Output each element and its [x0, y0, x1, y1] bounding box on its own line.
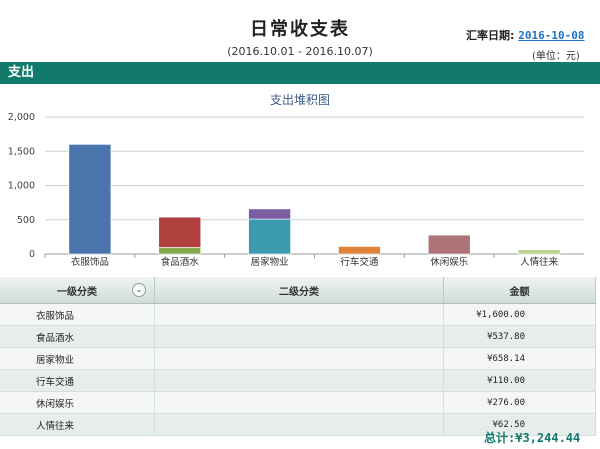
cell-subcategory — [154, 325, 444, 348]
x-tick-label: 食品酒水 — [161, 256, 200, 268]
y-tick-label: 2,000 — [8, 112, 35, 123]
cell-category: 休闲娱乐 — [0, 391, 155, 414]
rate-date-link[interactable]: 2016-10-08 — [518, 29, 584, 42]
table-row[interactable]: 食品酒水 ¥537.80 — [0, 325, 596, 348]
table-row[interactable]: 行车交通 ¥110.00 — [0, 369, 596, 392]
cell-subcategory — [154, 413, 444, 436]
cell-category: 食品酒水 — [0, 325, 155, 348]
y-tick-label: 1,000 — [8, 181, 35, 192]
cell-category: 行车交通 — [0, 369, 155, 392]
table-row[interactable]: 休闲娱乐 ¥276.00 — [0, 391, 596, 414]
cell-subcategory — [154, 391, 444, 414]
cell-category: 居家物业 — [0, 347, 155, 370]
bar-segment — [68, 144, 112, 255]
cell-subcategory — [154, 347, 444, 370]
chart-title: 支出堆积图 — [270, 93, 330, 107]
rate-date-block: 汇率日期: 2016-10-08 — [466, 27, 584, 43]
expense-stacked-chart: 支出堆积图 2,000 1,500 1,000 500 0 衣服饰品 食品酒水 居家物业 行车交通… — [8, 93, 584, 268]
header-label: 二级分类 — [279, 286, 319, 298]
bar-segment — [248, 218, 291, 255]
cell-category: 人情往来 — [0, 413, 155, 436]
date-range: (2016.10.01 - 2016.10.07) — [227, 45, 373, 58]
cell-subcategory — [154, 369, 444, 392]
table-row[interactable]: 衣服饰品 ¥1,600.00 — [0, 303, 596, 326]
unit-label: (单位：元) — [532, 51, 580, 62]
header-label: 金额 — [509, 286, 530, 298]
total-amount: 总计:¥3,244.44 — [484, 431, 581, 445]
bar-segment — [158, 216, 202, 248]
section-header-expense: 支出 — [0, 62, 600, 84]
bar-segment — [427, 234, 471, 255]
x-tick-label: 行车交通 — [340, 256, 379, 268]
bar-segment — [248, 208, 291, 220]
x-tick-label: 人情往来 — [520, 256, 559, 268]
cell-subcategory — [154, 303, 444, 326]
y-tick-label: 1,500 — [8, 146, 35, 157]
header-cell[interactable]: 一级分类 ⌄ — [0, 277, 155, 304]
expense-table: 一级分类 ⌄ 二级分类 金额 衣服饰品 ¥1,600.00 食品酒水 ¥537.… — [0, 277, 596, 436]
cell-category: 衣服饰品 — [0, 303, 155, 326]
chevron-down-icon[interactable]: ⌄ — [132, 283, 146, 297]
y-tick-label: 500 — [17, 215, 35, 226]
header-cell: 二级分类 — [154, 277, 444, 304]
bar-segment — [338, 246, 381, 255]
bar-segment — [517, 249, 561, 255]
x-tick-label: 休闲娱乐 — [430, 256, 469, 268]
cell-amount: ¥537.80 — [443, 325, 596, 348]
x-tick-label: 居家物业 — [251, 256, 289, 268]
rate-date-label: 汇率日期: — [466, 29, 515, 42]
cell-amount: ¥1,600.00 — [443, 303, 596, 326]
table-row[interactable]: 居家物业 ¥658.14 — [0, 347, 596, 370]
cell-amount: ¥110.00 — [443, 369, 596, 392]
cell-amount: ¥276.00 — [443, 391, 596, 414]
bar-segment — [158, 247, 202, 255]
cell-amount: ¥658.14 — [443, 347, 596, 370]
section-title: 支出 — [8, 65, 35, 80]
header-cell: 金额 — [443, 277, 596, 304]
y-tick-label: 0 — [29, 249, 35, 260]
header-label: 一级分类 — [57, 286, 97, 298]
x-tick-label: 衣服饰品 — [71, 256, 109, 268]
